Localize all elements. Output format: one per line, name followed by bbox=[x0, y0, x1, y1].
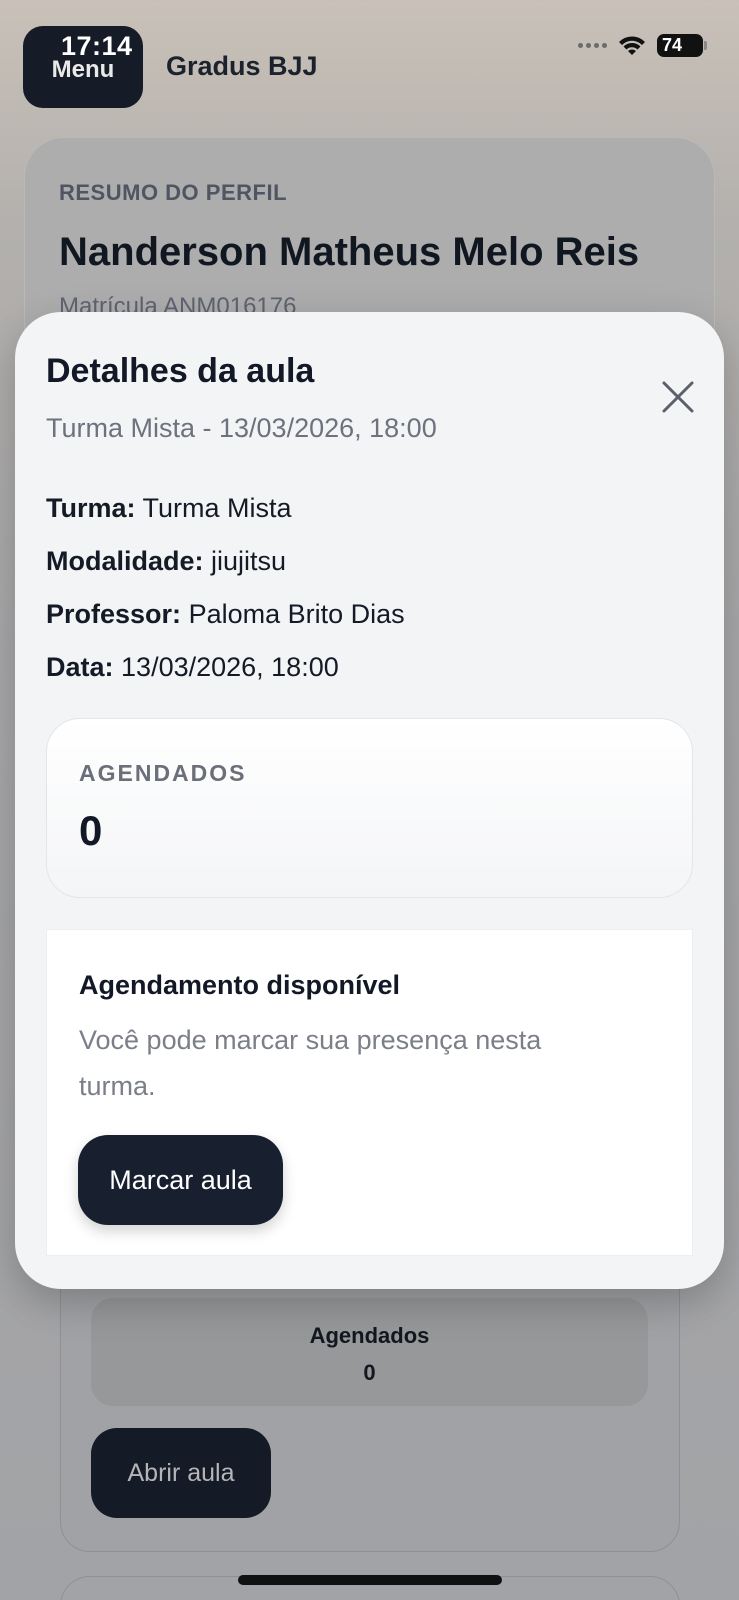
profile-kicker: RESUMO DO PERFIL bbox=[59, 180, 288, 205]
detail-value: Turma Mista bbox=[142, 493, 292, 523]
status-time: 17:14 bbox=[61, 31, 133, 61]
book-class-button[interactable]: Marcar aula bbox=[78, 1135, 283, 1225]
book-class-button-label: Marcar aula bbox=[109, 1164, 252, 1195]
detail-label: Professor: bbox=[46, 599, 182, 629]
home-indicator[interactable] bbox=[238, 1575, 502, 1585]
modal-title: Detalhes da aula bbox=[46, 352, 315, 390]
battery-level: 74 bbox=[662, 35, 683, 55]
close-button[interactable] bbox=[656, 375, 700, 419]
availability-title: Agendamento disponível bbox=[79, 970, 401, 1000]
detail-row-modality: Modalidade: jiujitsu bbox=[46, 546, 286, 577]
wifi-icon bbox=[619, 35, 645, 55]
battery-icon: 74 bbox=[657, 34, 707, 57]
scheduled-stat-value: 0 bbox=[79, 807, 103, 854]
detail-row-date: Data: 13/03/2026, 18:00 bbox=[46, 652, 339, 683]
scheduled-label: Agendados bbox=[309, 1323, 430, 1348]
modal-subtitle: Turma Mista - 13/03/2026, 18:00 bbox=[46, 413, 437, 443]
detail-row-class: Turma: Turma Mista bbox=[46, 493, 292, 524]
detail-value: 13/03/2026, 18:00 bbox=[121, 652, 339, 682]
availability-text: Você pode marcar sua presença nesta turm… bbox=[79, 1025, 542, 1101]
detail-value: Paloma Brito Dias bbox=[188, 599, 405, 629]
scheduled-box bbox=[91, 1298, 648, 1406]
status-icons: 74 bbox=[578, 34, 707, 57]
app-title: Gradus BJJ bbox=[166, 51, 318, 81]
close-icon bbox=[662, 381, 694, 413]
detail-label: Modalidade: bbox=[46, 546, 204, 576]
detail-row-teacher: Professor: Paloma Brito Dias bbox=[46, 599, 405, 630]
scheduled-stat-label: AGENDADOS bbox=[79, 760, 247, 786]
cellular-signal-icon bbox=[578, 43, 607, 48]
scheduled-stat-card bbox=[46, 718, 693, 898]
open-class-button-label: Abrir aula bbox=[127, 1458, 235, 1487]
open-class-button[interactable]: Abrir aula bbox=[91, 1428, 271, 1518]
scheduled-count: 0 bbox=[363, 1360, 376, 1385]
profile-name: Nanderson Matheus Melo Reis bbox=[59, 230, 640, 274]
detail-value: jiujitsu bbox=[211, 546, 287, 576]
detail-label: Data: bbox=[46, 652, 114, 682]
detail-label: Turma: bbox=[46, 493, 136, 523]
